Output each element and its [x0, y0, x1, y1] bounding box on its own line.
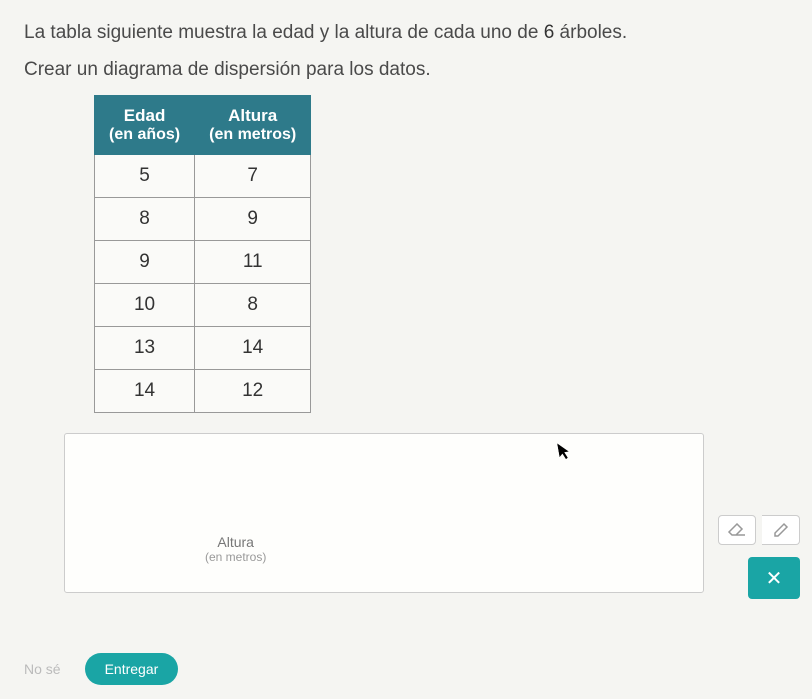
- close-icon: ✕: [766, 566, 783, 591]
- cell-edad: 9: [95, 241, 195, 284]
- chart-y-label-text: Altura: [217, 534, 254, 550]
- cell-altura: 12: [195, 370, 311, 413]
- pencil-icon: [773, 522, 789, 538]
- header-edad: Edad (en años): [95, 96, 195, 155]
- cell-altura: 11: [195, 241, 311, 284]
- table-row: 9 11: [95, 241, 311, 284]
- cell-altura: 9: [195, 198, 311, 241]
- cell-edad: 14: [95, 370, 195, 413]
- header-edad-sub: (en años): [109, 126, 180, 144]
- chart-y-label-sub: (en metros): [205, 550, 266, 564]
- cell-edad: 8: [95, 198, 195, 241]
- footer: No sé Entregar: [24, 653, 178, 685]
- instruction-text-1c: árboles.: [554, 22, 627, 43]
- cell-altura: 7: [195, 155, 311, 198]
- instruction-line-1: La tabla siguiente muestra la edad y la …: [24, 20, 788, 47]
- table-row: 14 12: [95, 370, 311, 413]
- instruction-line-2: Crear un diagrama de dispersión para los…: [24, 57, 788, 84]
- eraser-tool[interactable]: [718, 515, 756, 545]
- table-row: 13 14: [95, 327, 311, 370]
- no-se-link[interactable]: No sé: [24, 661, 61, 677]
- close-button[interactable]: ✕: [748, 557, 800, 599]
- data-table-container: Edad (en años) Altura (en metros) 5 7 8 …: [94, 95, 788, 413]
- data-table: Edad (en años) Altura (en metros) 5 7 8 …: [94, 95, 311, 413]
- cell-edad: 10: [95, 284, 195, 327]
- entregar-button[interactable]: Entregar: [85, 653, 179, 685]
- table-row: 5 7: [95, 155, 311, 198]
- instruction-text-1a: La tabla siguiente muestra la edad y la …: [24, 22, 544, 43]
- header-altura-top: Altura: [228, 106, 277, 125]
- chart-y-label: Altura (en metros): [205, 534, 266, 564]
- eraser-icon: [727, 523, 747, 537]
- cursor-icon: [557, 441, 575, 466]
- header-altura-sub: (en metros): [209, 126, 296, 144]
- cell-altura: 8: [195, 284, 311, 327]
- cell-edad: 13: [95, 327, 195, 370]
- header-altura: Altura (en metros): [195, 96, 311, 155]
- table-row: 10 8: [95, 284, 311, 327]
- scatter-plot-canvas[interactable]: Altura (en metros): [64, 433, 704, 593]
- cell-altura: 14: [195, 327, 311, 370]
- tree-count: 6: [544, 22, 555, 43]
- tool-panel: ✕: [718, 515, 800, 599]
- cell-edad: 5: [95, 155, 195, 198]
- header-edad-top: Edad: [124, 106, 166, 125]
- table-row: 8 9: [95, 198, 311, 241]
- pencil-tool[interactable]: [762, 515, 800, 545]
